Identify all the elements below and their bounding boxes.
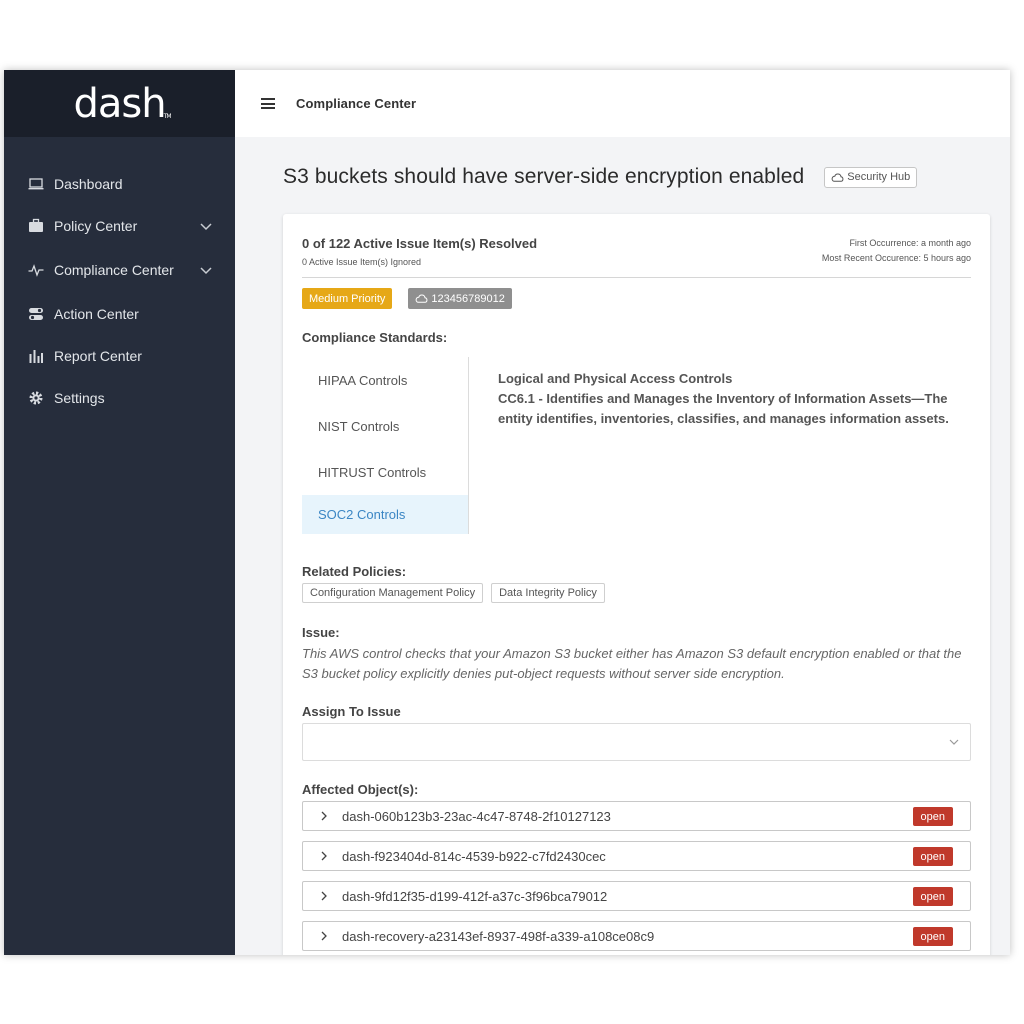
assign-label: Assign To Issue <box>302 704 401 719</box>
sidebar-item-settings[interactable]: Settings <box>4 377 235 419</box>
briefcase-icon <box>27 217 45 235</box>
tag-row: Medium Priority 123456789012 <box>302 288 512 309</box>
divider <box>302 277 971 278</box>
sidebar-item-label: Dashboard <box>54 176 123 192</box>
tab-nist-controls[interactable]: NIST Controls <box>302 403 468 449</box>
first-occurrence: First Occurrence: a month ago <box>849 238 971 248</box>
object-id: dash-060b123b3-23ac-4c47-8748-2f10127123 <box>342 808 611 824</box>
object-id: dash-recovery-a23143ef-8937-498f-a339-a1… <box>342 928 655 944</box>
tab-soc2-controls[interactable]: SOC2 Controls <box>302 495 468 534</box>
status-badge: open <box>912 807 953 826</box>
account-tag: 123456789012 <box>408 288 512 309</box>
object-id: dash-f923404d-814c-4539-b922-c7fd2430cec <box>342 848 606 864</box>
summary-row: 0 of 122 Active Issue Item(s) Resolved 0… <box>302 236 971 278</box>
issue-label: Issue: <box>302 625 340 640</box>
chevron-right-icon <box>321 891 327 901</box>
compliance-detail-title: Logical and Physical Access Controls <box>498 371 733 386</box>
sidebar-item-label: Report Center <box>54 348 142 364</box>
sidebar-item-label: Settings <box>54 390 105 406</box>
chevron-right-icon <box>321 931 327 941</box>
chevron-right-icon <box>321 851 327 861</box>
page-title-row: S3 buckets should have server-side encry… <box>283 165 918 189</box>
issue-description: This AWS control checks that your Amazon… <box>302 646 962 681</box>
menu-icon[interactable] <box>261 98 275 109</box>
sidebar-item-label: Policy Center <box>54 218 138 234</box>
tab-hitrust-controls[interactable]: HITRUST Controls <box>302 449 468 495</box>
policy-chip[interactable]: Configuration Management Policy <box>302 583 484 603</box>
sidebar-item-report-center[interactable]: Report Center <box>4 335 235 377</box>
sidebar-item-compliance-center[interactable]: Compliance Center <box>4 247 235 293</box>
affected-object-row[interactable]: dash-f923404d-814c-4539-b922-c7fd2430cec… <box>302 841 971 871</box>
page-title: S3 buckets should have server-side encry… <box>283 165 805 188</box>
compliance-detail: Logical and Physical Access Controls CC6… <box>498 369 958 429</box>
chevron-down-icon[interactable] <box>199 263 213 277</box>
affected-object-row[interactable]: dash-recovery-a23143ef-8937-498f-a339-a1… <box>302 921 971 951</box>
status-badge: open <box>912 847 953 866</box>
sidebar-nav: Dashboard Policy Center Compliance Cente… <box>4 137 235 419</box>
occurrence-info: First Occurrence: a month ago Most Recen… <box>822 236 971 266</box>
sidebar-item-action-center[interactable]: Action Center <box>4 293 235 335</box>
cloud-icon <box>831 173 844 182</box>
top-bar: Compliance Center <box>235 70 1010 137</box>
sidebar: dash TM Dashboard Policy Center Complian… <box>4 70 235 955</box>
laptop-icon <box>27 175 45 193</box>
recent-occurrence: Most Recent Occurence: 5 hours ago <box>821 253 971 263</box>
related-policies-label: Related Policies: <box>302 564 407 579</box>
sidebar-item-policy-center[interactable]: Policy Center <box>4 205 235 247</box>
affected-object-row[interactable]: dash-060b123b3-23ac-4c47-8748-2f10127123… <box>302 801 971 831</box>
dash-logo[interactable]: dash TM <box>73 80 171 127</box>
affected-objects-label: Affected Object(s): <box>302 782 419 797</box>
affected-object-row[interactable]: dash-9fd12f35-d199-412f-a37c-3f96bca7901… <box>302 881 971 911</box>
logo-text: dash <box>73 80 166 127</box>
chevron-down-icon[interactable] <box>199 219 213 233</box>
toggles-icon <box>27 305 45 323</box>
compliance-standards-label: Compliance Standards: <box>302 330 448 345</box>
logo-bar: dash TM <box>4 70 235 137</box>
gear-icon <box>27 389 45 407</box>
app-window: dash TM Dashboard Policy Center Complian… <box>4 70 1010 955</box>
status-badge: open <box>912 927 953 946</box>
source-badge[interactable]: Security Hub <box>824 166 918 188</box>
account-id: 123456789012 <box>431 292 505 305</box>
header-title: Compliance Center <box>296 96 417 111</box>
assign-select[interactable] <box>302 723 971 761</box>
object-id: dash-9fd12f35-d199-412f-a37c-3f96bca7901… <box>342 888 608 904</box>
main-content: Compliance Center S3 buckets should have… <box>235 70 1010 955</box>
issue-card: 0 of 122 Active Issue Item(s) Resolved 0… <box>283 214 990 955</box>
logo-trademark: TM <box>163 112 172 120</box>
related-policies: Configuration Management Policy Data Int… <box>302 583 605 603</box>
compliance-detail-body: CC6.1 - Identifies and Manages the Inven… <box>498 391 949 426</box>
chevron-right-icon <box>321 811 327 821</box>
affected-objects-list: dash-060b123b3-23ac-4c47-8748-2f10127123… <box>302 801 971 955</box>
compliance-tabs: HIPAA Controls NIST Controls HITRUST Con… <box>302 357 469 534</box>
cloud-icon <box>416 294 428 303</box>
sidebar-item-label: Compliance Center <box>54 262 174 278</box>
sidebar-item-dashboard[interactable]: Dashboard <box>4 163 235 205</box>
tab-hipaa-controls[interactable]: HIPAA Controls <box>302 357 468 403</box>
pulse-icon <box>27 261 45 279</box>
sidebar-item-label: Action Center <box>54 306 139 322</box>
status-badge: open <box>912 887 953 906</box>
bar-chart-icon <box>27 347 45 365</box>
policy-chip[interactable]: Data Integrity Policy <box>491 583 605 603</box>
chevron-down-icon <box>949 739 959 745</box>
source-badge-label: Security Hub <box>847 171 911 183</box>
priority-tag: Medium Priority <box>302 288 393 309</box>
